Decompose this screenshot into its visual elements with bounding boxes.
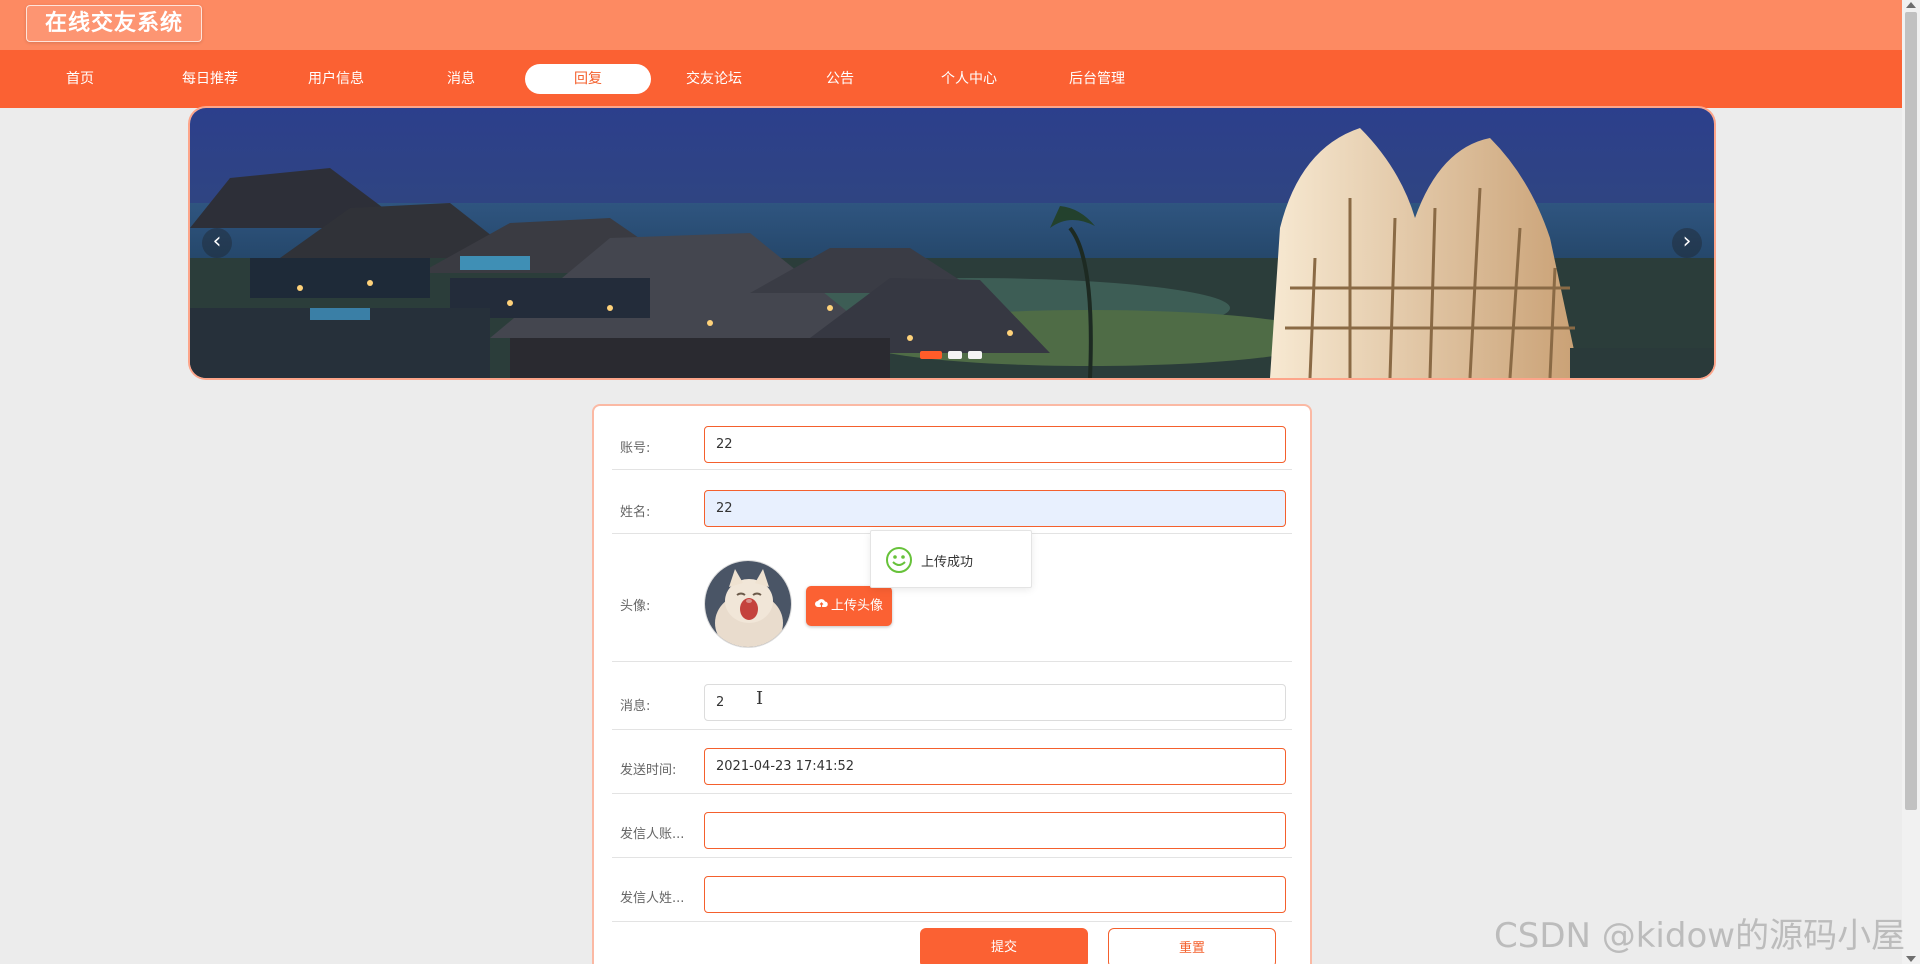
top-header: 在线交友系统 [0, 0, 1902, 50]
carousel-dot-2[interactable] [948, 351, 962, 359]
carousel-dot-3[interactable] [968, 351, 982, 359]
nav-item-personal-center[interactable]: 个人中心 [906, 64, 1032, 94]
message-input[interactable]: 2 [704, 684, 1286, 721]
message-label: 消息: [620, 699, 651, 714]
scroll-down-arrow-icon[interactable] [1906, 956, 1916, 962]
carousel-dot-1[interactable] [920, 351, 942, 359]
sender-account-label: 发信人账... [620, 827, 685, 842]
banner-carousel: ‹ › [190, 108, 1714, 378]
send-time-label: 发送时间: [620, 763, 677, 778]
form-row-account: 账号: 22 [612, 420, 1292, 470]
sender-name-label: 发信人姓... [620, 891, 685, 906]
avatar-label: 头像: [620, 599, 651, 614]
account-input[interactable]: 22 [704, 426, 1286, 463]
name-input[interactable]: 22 [704, 490, 1286, 527]
account-label: 账号: [620, 441, 651, 456]
reply-form: 账号: 22 姓名: 22 头像: 上传头像 消息: 2 发送时间: 2021-… [592, 404, 1312, 964]
upload-success-toast: 上传成功 [870, 530, 1032, 588]
upload-avatar-button[interactable]: 上传头像 [806, 586, 892, 626]
reset-button[interactable]: 重置 [1108, 928, 1276, 964]
text-cursor-icon: I [756, 688, 764, 709]
nav-item-user-info[interactable]: 用户信息 [273, 64, 399, 94]
site-title[interactable]: 在线交友系统 [26, 5, 203, 42]
submit-button[interactable]: 提交 [920, 928, 1088, 964]
main-nav: 首页 每日推荐 用户信息 消息 回复 交友论坛 公告 个人中心 后台管理 [0, 50, 1902, 108]
nav-item-announcement[interactable]: 公告 [777, 64, 903, 94]
banner-image [190, 108, 1714, 378]
avatar-image [704, 560, 792, 648]
form-row-name: 姓名: 22 [612, 484, 1292, 534]
send-time-input[interactable]: 2021-04-23 17:41:52 [704, 748, 1286, 785]
smile-icon [885, 546, 913, 578]
page-scrollbar[interactable] [1902, 0, 1920, 964]
toast-message: 上传成功 [921, 555, 974, 570]
form-row-send-time: 发送时间: 2021-04-23 17:41:52 [612, 734, 1292, 794]
chevron-right-icon[interactable]: › [1672, 228, 1702, 258]
sender-account-input[interactable] [704, 812, 1286, 849]
scroll-thumb[interactable] [1905, 12, 1917, 810]
form-row-sender-account: 发信人账... [612, 798, 1292, 858]
form-row-message: 消息: 2 [612, 666, 1292, 730]
name-label: 姓名: [620, 505, 651, 520]
nav-item-home[interactable]: 首页 [17, 64, 143, 94]
nav-item-reply[interactable]: 回复 [525, 64, 651, 94]
cloud-upload-icon [814, 586, 828, 626]
nav-item-messages[interactable]: 消息 [398, 64, 524, 94]
nav-item-forum[interactable]: 交友论坛 [651, 64, 777, 94]
watermark: CSDN @kidow的源码小屋 [1494, 916, 1906, 956]
nav-item-admin[interactable]: 后台管理 [1034, 64, 1160, 94]
scroll-up-arrow-icon[interactable] [1906, 2, 1916, 8]
sender-name-input[interactable] [704, 876, 1286, 913]
form-row-sender-name: 发信人姓... [612, 862, 1292, 922]
nav-item-daily-recommend[interactable]: 每日推荐 [147, 64, 273, 94]
upload-avatar-label: 上传头像 [830, 598, 883, 614]
chevron-left-icon[interactable]: ‹ [202, 228, 232, 258]
